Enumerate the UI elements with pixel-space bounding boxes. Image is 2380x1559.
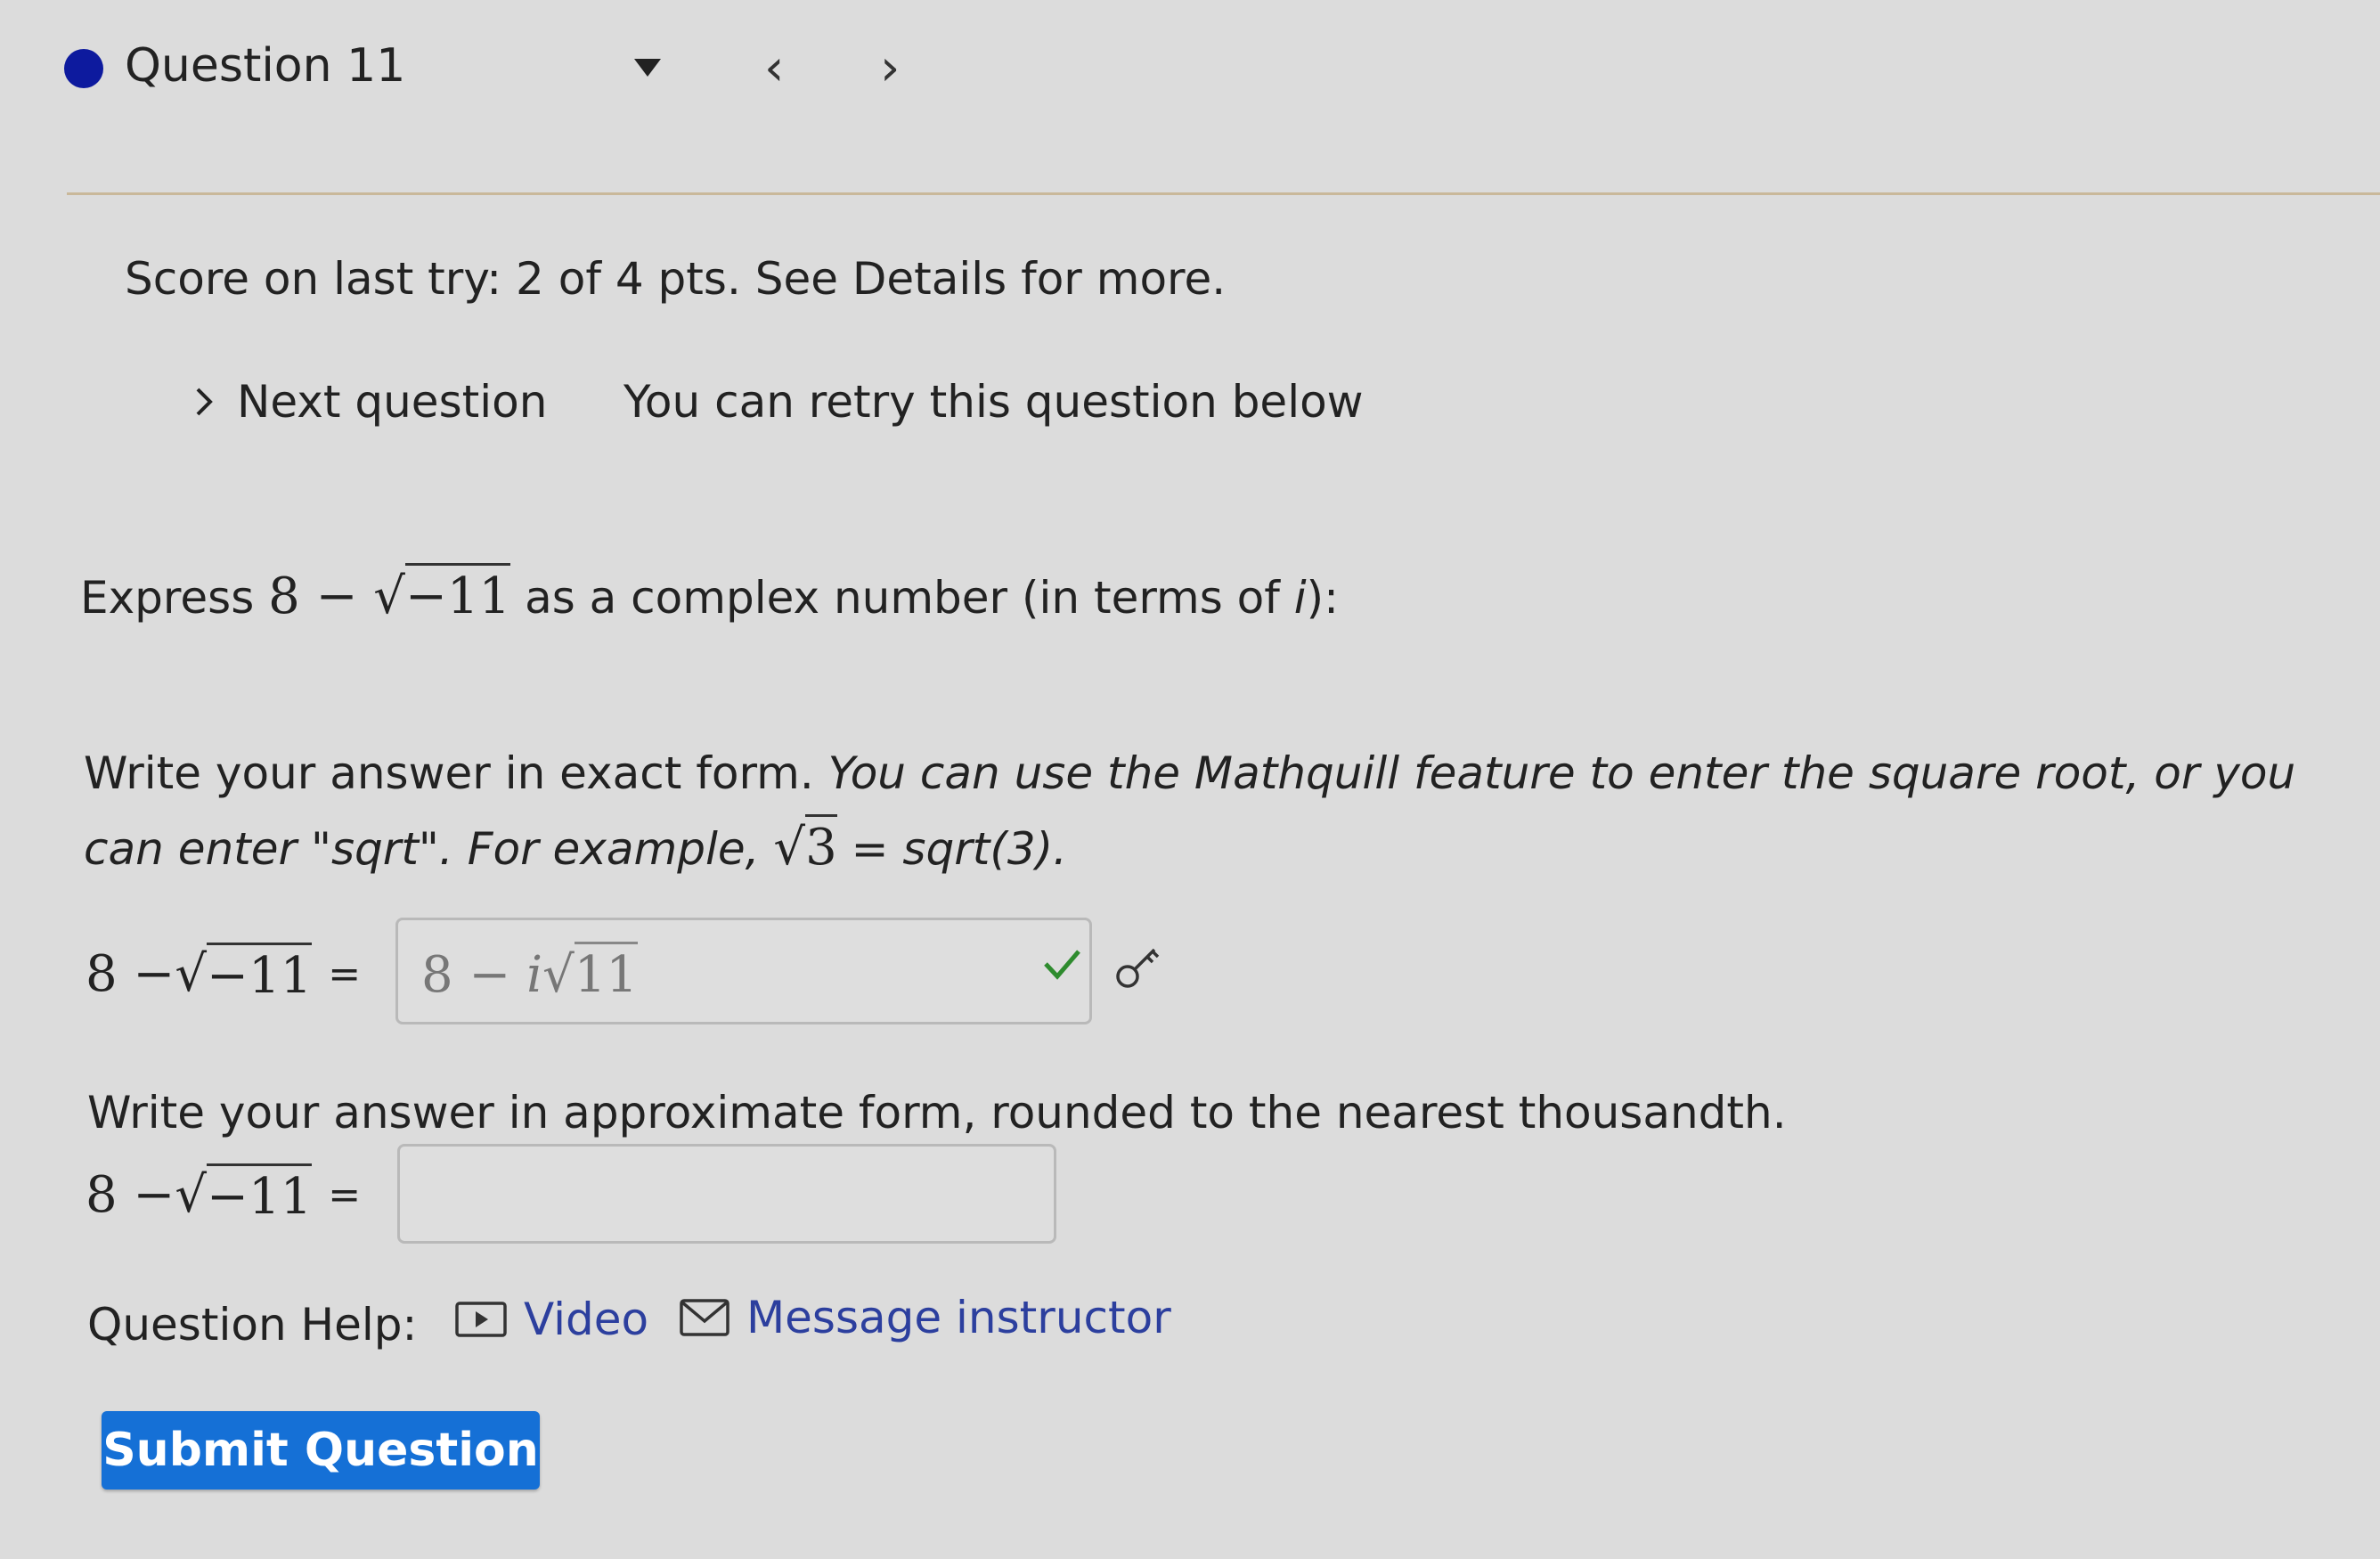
correct-check-icon bbox=[1044, 950, 1080, 980]
prompt-expression-number: 8 − bbox=[268, 567, 374, 625]
question-title: Question 11 bbox=[125, 39, 406, 93]
equals-sign: = bbox=[328, 1171, 362, 1218]
video-icon bbox=[455, 1302, 507, 1337]
prompt-expression-radicand: −11 bbox=[404, 563, 511, 625]
submit-question-button[interactable]: Submit Question bbox=[102, 1411, 540, 1490]
previous-question-icon[interactable]: ‹ bbox=[764, 39, 784, 97]
exact-form-instructions: Write your answer in exact form. You can… bbox=[84, 736, 2364, 886]
video-help-link[interactable]: Video bbox=[454, 1294, 648, 1345]
score-prefix: Score on last try: bbox=[125, 253, 517, 305]
video-link-label: Video bbox=[524, 1294, 649, 1345]
prompt-variable: i bbox=[1293, 572, 1307, 624]
message-instructor-link[interactable]: Message instructor bbox=[679, 1292, 1171, 1343]
exact-value-radicand: 11 bbox=[574, 942, 639, 1004]
approx-answer-input[interactable] bbox=[397, 1144, 1056, 1244]
score-value: 2 of 4 pts bbox=[516, 253, 727, 305]
sqrt-symbol-icon: √ bbox=[175, 944, 208, 1003]
exact-lhs-radicand: −11 bbox=[207, 943, 313, 1005]
message-link-label: Message instructor bbox=[746, 1292, 1171, 1343]
next-question-label: Next question bbox=[237, 376, 548, 428]
sqrt-symbol-icon: √ bbox=[542, 946, 575, 1004]
sqrt-symbol-icon: √ bbox=[175, 1165, 208, 1224]
approx-lhs-number: 8 − bbox=[86, 1165, 175, 1224]
exact-answer-value: 8 − i √ 11 bbox=[421, 942, 639, 1004]
prompt-tail-a: as a complex number (in terms of bbox=[510, 572, 1294, 624]
exact-value-variable: i bbox=[526, 946, 543, 1004]
question-help-label: Question Help: bbox=[87, 1299, 418, 1351]
question-prompt: Express 8 − √ −11 as a complex number (i… bbox=[80, 563, 1339, 625]
envelope-icon bbox=[680, 1299, 729, 1336]
question-status-dot bbox=[64, 49, 103, 88]
equals-sign: = bbox=[328, 951, 362, 997]
next-question-link[interactable]: Next question bbox=[194, 376, 547, 428]
exact-lhs-number: 8 − bbox=[86, 944, 175, 1003]
next-question-arrow-icon[interactable]: › bbox=[880, 39, 900, 97]
prompt-tail-b: ): bbox=[1306, 572, 1340, 624]
approx-answer-label: 8 − √ −11 = bbox=[86, 1163, 371, 1226]
approx-form-instructions: Write your answer in approximate form, r… bbox=[87, 1087, 1787, 1139]
instructions-plain: Write your answer in exact form. bbox=[84, 747, 828, 799]
instructions-example-radicand: 3 bbox=[805, 814, 837, 877]
header-divider bbox=[67, 192, 2380, 195]
prompt-lead: Express bbox=[80, 572, 269, 624]
approx-lhs-radicand: −11 bbox=[207, 1163, 313, 1226]
sqrt-symbol-icon: √ bbox=[773, 819, 806, 877]
exact-answer-input[interactable]: 8 − i √ 11 bbox=[395, 918, 1092, 1024]
exact-value-prefix: 8 − bbox=[421, 946, 527, 1004]
chevron-right-icon bbox=[196, 388, 213, 416]
retry-notice: You can retry this question below bbox=[624, 376, 1364, 428]
key-icon[interactable] bbox=[1113, 943, 1163, 992]
dropdown-caret-icon[interactable] bbox=[634, 59, 661, 77]
exact-answer-label: 8 − √ −11 = bbox=[86, 943, 371, 1005]
score-suffix: . See Details for more. bbox=[726, 253, 1227, 305]
sqrt-symbol-icon: √ bbox=[373, 567, 405, 625]
instructions-italic-b: = sqrt(3). bbox=[836, 823, 1068, 875]
score-summary: Score on last try: 2 of 4 pts. See Detai… bbox=[125, 253, 1226, 305]
